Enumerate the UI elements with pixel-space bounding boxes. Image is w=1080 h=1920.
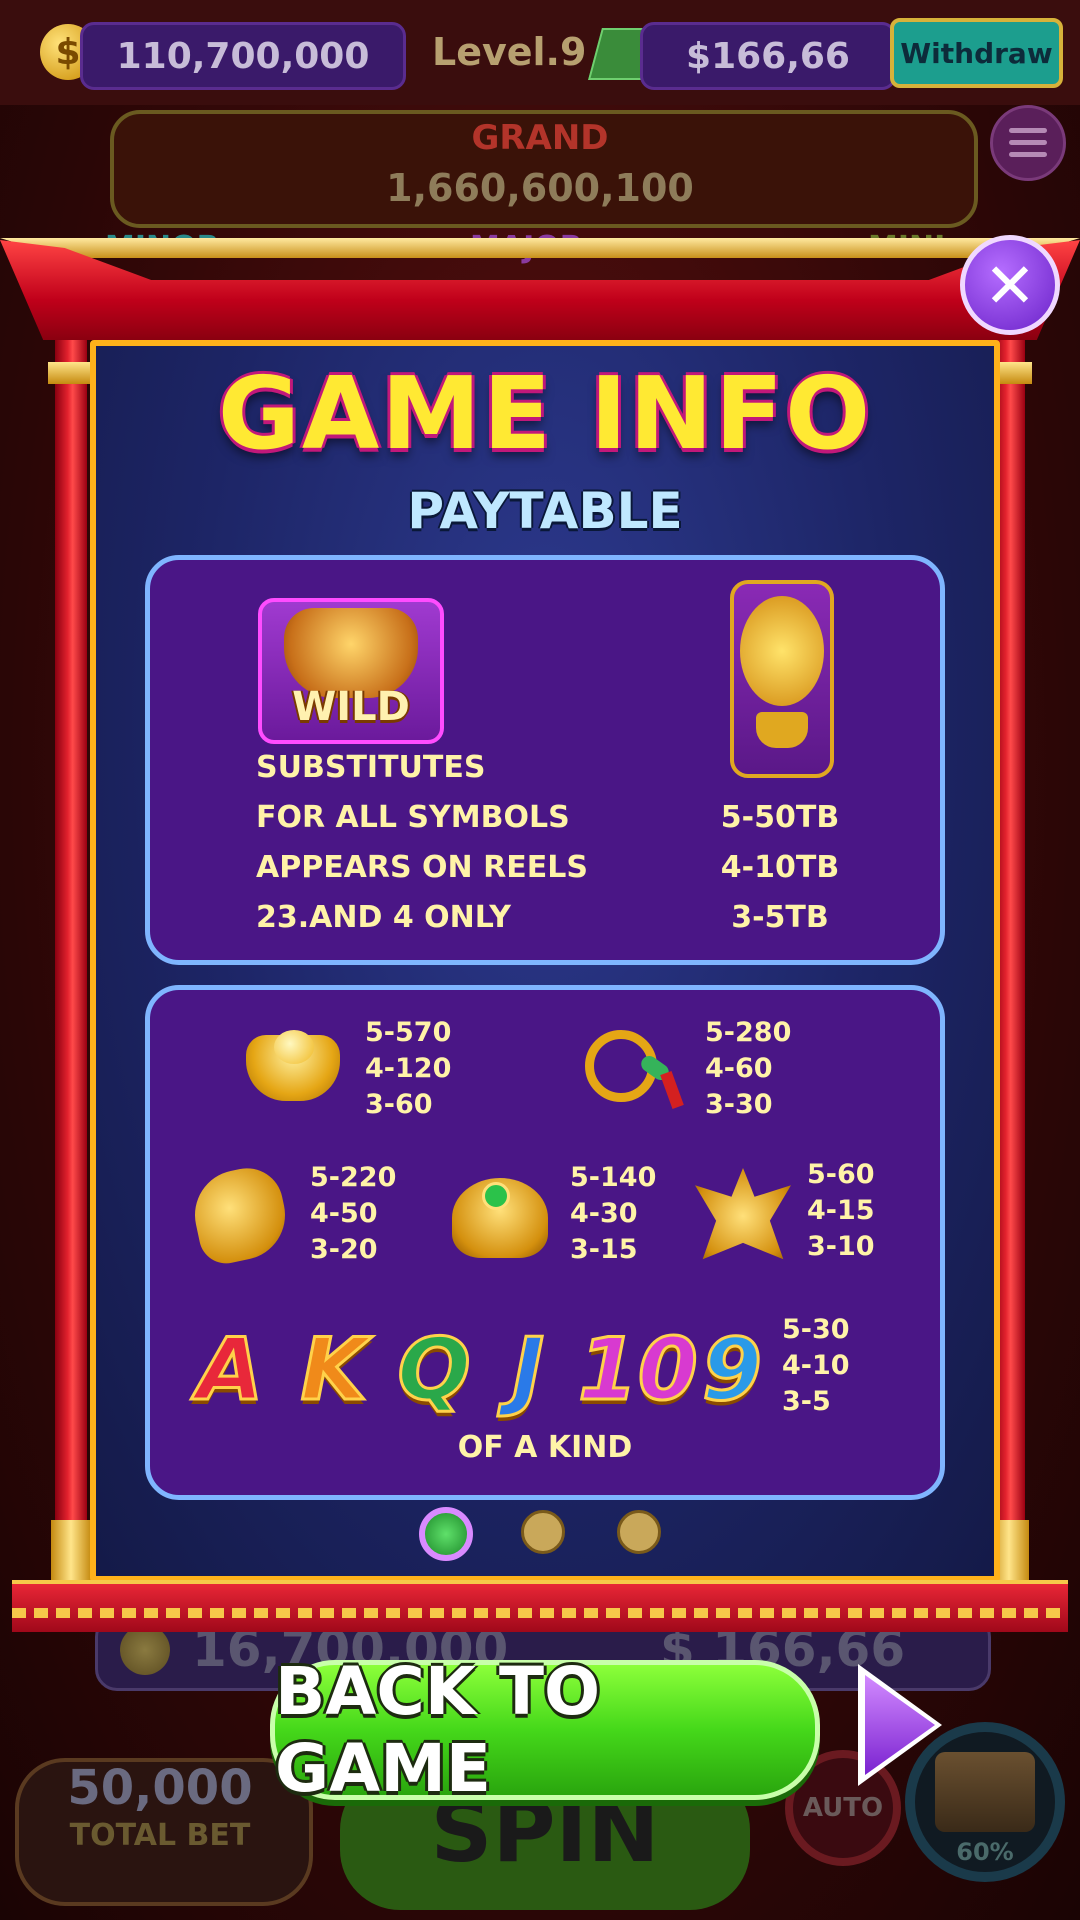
close-icon: ✕: [984, 248, 1036, 322]
total-bet-label: TOTAL BET: [69, 1818, 251, 1853]
wild-desc-line: APPEARS ON REELS: [256, 850, 588, 885]
decorative-band: [12, 1580, 1068, 1632]
treasure-chest-icon: [935, 1752, 1035, 1832]
money-tree-pay: 5-50TB: [720, 800, 840, 835]
fret-pattern: [12, 1608, 1068, 1618]
modal-subtitle: PAYTABLE: [407, 482, 683, 540]
pillar-cap: [48, 362, 94, 384]
menu-button[interactable]: [990, 105, 1066, 181]
chest-progress-text: 60%: [956, 1838, 1014, 1866]
roof-trim: [0, 238, 1080, 258]
hud-coin-icon: [120, 1625, 170, 1675]
left-pillar: [55, 340, 87, 1580]
money-tree-symbol-icon: [730, 580, 834, 778]
money-tree-pay: 4-10TB: [720, 850, 840, 885]
grand-jackpot-value: 1,660,600,100: [386, 166, 694, 210]
coin-balance: 110,700,000: [80, 22, 406, 90]
card-symbol-a: A: [195, 1319, 265, 1422]
symbol-pays: 5-60 4-15 3-10: [807, 1159, 875, 1262]
symbol-pays: 5-280 4-60 3-30: [705, 1017, 792, 1120]
total-bet-value: 50,000: [67, 1760, 253, 1816]
card-pays: 5-30 4-10 3-5: [782, 1314, 850, 1417]
page-dot-2[interactable]: [521, 1510, 565, 1554]
modal-title: GAME INFO: [217, 355, 873, 472]
wild-label: WILD: [292, 684, 410, 730]
tree-crown: [740, 596, 824, 706]
card-symbol-9: 9: [701, 1319, 764, 1422]
symbol-pays: 5-570 4-120 3-60: [365, 1017, 452, 1120]
gold-ingot-top: [274, 1030, 314, 1064]
wild-desc-line: 23.AND 4 ONLY: [256, 900, 511, 935]
money-tree-pay: 3-5TB: [731, 900, 829, 935]
wild-desc-line: FOR ALL SYMBOLS: [256, 800, 570, 835]
wild-desc-line: SUBSTITUTES: [256, 750, 486, 785]
cash-balance: $166,66: [640, 22, 896, 90]
grand-jackpot-label: GRAND: [471, 118, 609, 158]
toad-eye: [482, 1182, 510, 1210]
back-to-game-button[interactable]: BACK TO GAME: [270, 1653, 820, 1807]
level-indicator: Level.9: [432, 30, 587, 74]
close-button[interactable]: ✕: [960, 235, 1060, 335]
card-symbol-k: K: [299, 1319, 369, 1422]
pillar-base: [51, 1520, 91, 1580]
page-dot-1[interactable]: [419, 1507, 473, 1561]
symbol-pays: 5-140 4-30 3-15: [570, 1162, 657, 1265]
withdraw-button[interactable]: Withdraw: [890, 18, 1063, 88]
symbol-pays: 5-220 4-50 3-20: [310, 1162, 397, 1265]
wild-symbol-icon: WILD: [258, 598, 444, 744]
card-symbol-q: Q: [396, 1319, 472, 1422]
card-symbol-10: 10: [577, 1319, 700, 1422]
card-symbol-j: J: [511, 1319, 546, 1422]
of-a-kind-label: OF A KIND: [457, 1430, 633, 1465]
page-dot-3[interactable]: [617, 1510, 661, 1554]
tree-pot: [756, 712, 808, 748]
back-to-game-label: BACK TO GAME: [275, 1653, 601, 1807]
